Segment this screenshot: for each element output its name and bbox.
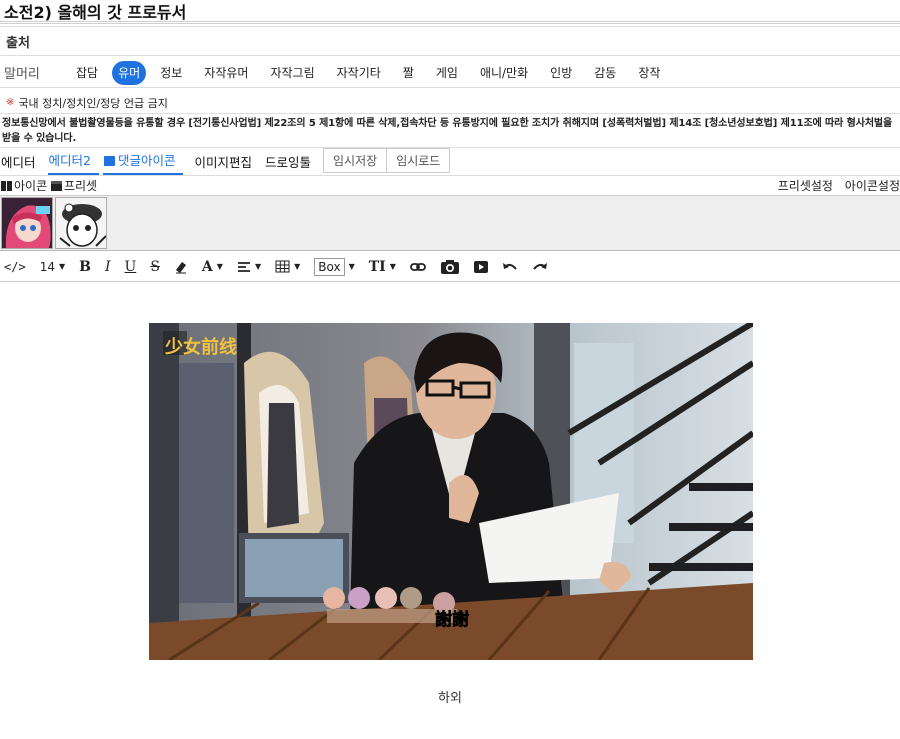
game-logo-text: 少女前线	[164, 336, 237, 358]
warning-icon: ※	[6, 97, 15, 108]
tab-drawing[interactable]: 드로잉툴	[264, 152, 319, 175]
preset-tab-label: 프리셋	[63, 179, 98, 193]
category-own-etc[interactable]: 자작기타	[329, 61, 389, 85]
icon-thumb-sketch[interactable]	[55, 197, 107, 249]
eraser-icon	[175, 261, 186, 273]
category-info[interactable]: 정보	[152, 61, 190, 85]
tab-editor2[interactable]: 에디터2	[47, 150, 99, 175]
editor-tabs: 에디터 에디터2 댓글아이콘 이미지편집 드로잉툴 임시저장 임시로드	[0, 148, 900, 176]
icon-tab-label: 아이콘	[14, 179, 48, 193]
undo-icon	[502, 262, 517, 270]
category-pic[interactable]: 짤	[395, 61, 422, 85]
box-icon	[50, 181, 62, 191]
icon-tab[interactable]: 아이콘	[1, 179, 47, 193]
table-icon	[275, 260, 290, 273]
category-firewood[interactable]: 장작	[630, 61, 668, 85]
category-chat[interactable]: 잡담	[68, 61, 106, 85]
tab-comment-icon[interactable]: 댓글아이콘	[102, 150, 184, 175]
video-subtitle: 謝謝	[435, 609, 469, 630]
icon-tray	[0, 196, 900, 251]
title-row: 소전2) 올해의 갓 프로듀서	[0, 0, 900, 24]
chevron-down-icon: ▼	[294, 262, 301, 271]
icon-settings-link[interactable]: 아이콘설정	[845, 179, 900, 193]
chevron-down-icon: ▼	[348, 262, 355, 271]
font-color-letter: A	[201, 258, 213, 275]
chevron-down-icon: ▼	[58, 262, 66, 271]
chevron-down-icon: ▼	[254, 262, 262, 271]
category-own-humor[interactable]: 자작유머	[196, 61, 256, 85]
notice-row: ※ 국내 정치/정치인/정당 언급 금지	[0, 92, 900, 114]
category-stream[interactable]: 인방	[542, 61, 580, 85]
notice-text: 국내 정치/정치인/정당 언급 금지	[18, 96, 168, 110]
source-row: 출처	[0, 26, 900, 56]
align-icon	[237, 261, 250, 272]
box-label: Box	[314, 257, 345, 276]
category-humor[interactable]: 유머	[112, 60, 147, 85]
tab-image-edit[interactable]: 이미지편집	[193, 152, 260, 175]
category-anime[interactable]: 애니/만화	[472, 61, 536, 85]
chevron-down-icon: ▼	[216, 262, 223, 271]
preset-tab[interactable]: 프리셋	[50, 179, 98, 193]
preset-settings-link[interactable]: 프리셋설정	[778, 179, 833, 193]
post-title[interactable]: 소전2) 올해의 갓 프로듀서	[4, 0, 186, 23]
category-own-drawing[interactable]: 자작그림	[262, 61, 322, 85]
icon-panel-header: 아이콘 프리셋 프리셋설정 아이콘설정	[0, 176, 900, 196]
category-game[interactable]: 게임	[428, 61, 466, 85]
link-icon	[409, 262, 426, 271]
font-size-value: 14	[39, 259, 55, 274]
editor-content[interactable]: 少女前线 謝謝 하외	[0, 275, 900, 739]
tab-comment-icon-label: 댓글아이콘	[117, 153, 176, 168]
category-touching[interactable]: 감동	[586, 61, 624, 85]
temp-load-button[interactable]: 임시로드	[387, 148, 451, 173]
chevron-down-icon: ▼	[389, 262, 396, 271]
source-label[interactable]: 출처	[6, 32, 30, 51]
gift-icon	[1, 181, 12, 191]
redo-icon	[533, 262, 547, 270]
legal-notice: 정보통신망에서 불법촬영물등을 유통할 경우 [전기통신사업법] 제22조의 5…	[0, 114, 900, 148]
temp-save-button[interactable]: 임시저장	[323, 148, 388, 173]
post-caption: 하외	[438, 691, 462, 706]
video-icon	[473, 260, 488, 273]
photo-illustration: 少女前线 謝謝	[149, 323, 753, 660]
icon-thumb-redhair[interactable]	[1, 197, 53, 249]
camera-icon	[440, 259, 459, 274]
comment-icon-icon	[103, 156, 115, 166]
tab-editor[interactable]: 에디터	[0, 152, 44, 175]
embedded-photo[interactable]: 少女前线 謝謝	[149, 323, 753, 660]
text-size-letter: TI	[368, 258, 386, 275]
category-label: 말머리	[4, 67, 40, 82]
category-bar: 말머리 잡담 유머 정보 자작유머 자작그림 자작기타 짤 게임 애니/만화 인…	[0, 58, 900, 88]
